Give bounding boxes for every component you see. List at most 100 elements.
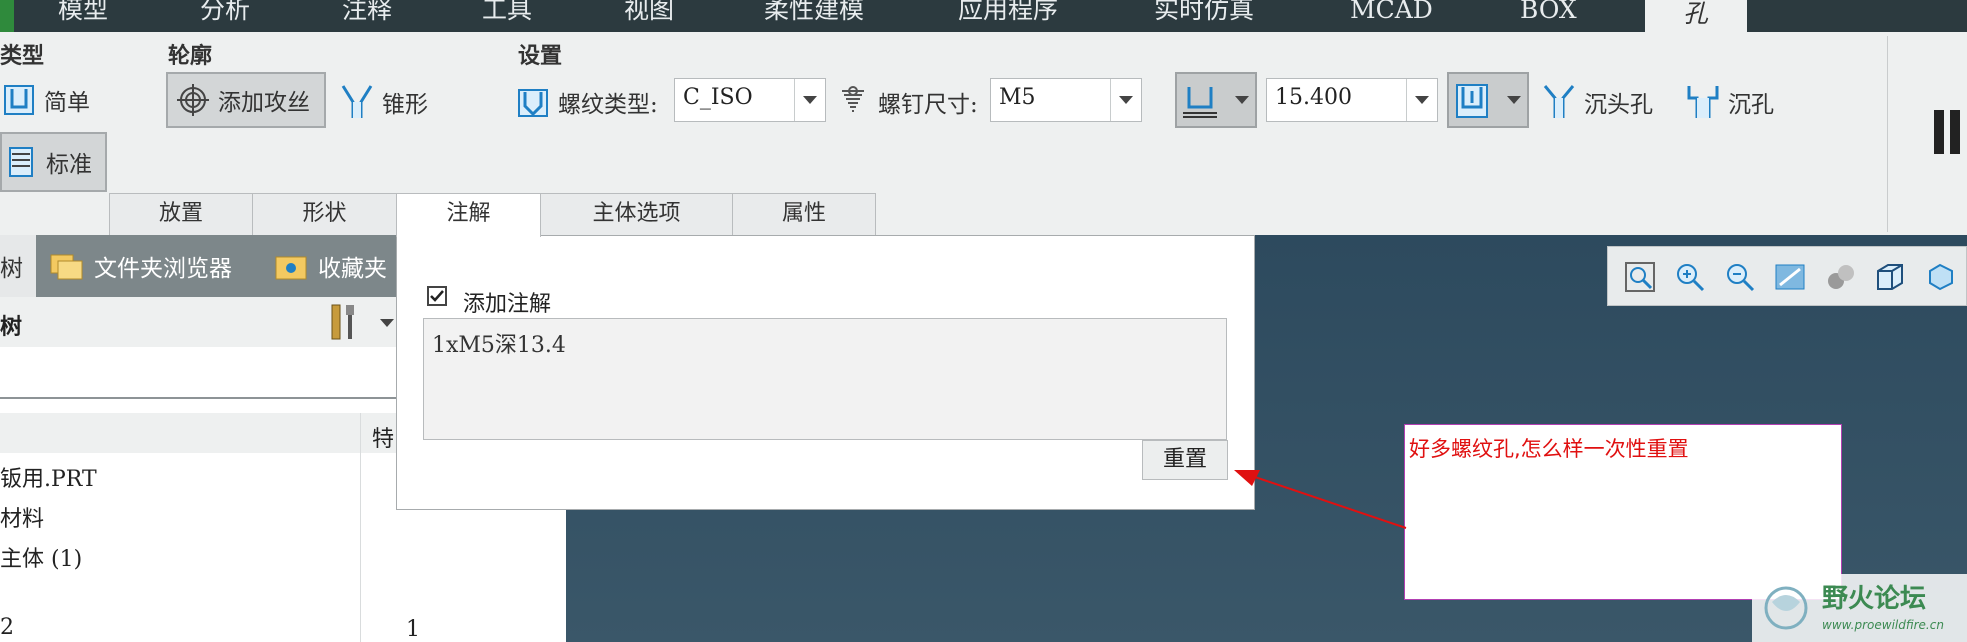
reset-button[interactable]: 重置 [1142,440,1228,480]
menu-item-realtime-sim[interactable]: 实时仿真 [1154,0,1254,28]
depth-option-button[interactable] [1175,72,1257,128]
depth-direction-button[interactable] [1447,72,1529,128]
screw-size-label-group: 螺钉尺寸: [834,72,990,132]
favorites-folder-icon [272,247,310,285]
hole-depth-icon [1453,82,1491,120]
display-style-icon[interactable] [1822,259,1858,295]
standard-hole-label: 标准 [46,152,92,178]
menu-bar: 模型 分析 注释 工具 视图 柔性建模 应用程序 实时仿真 MCAD BOX 孔 [0,0,1967,32]
taper-label: 锥形 [382,92,428,118]
menu-tab-hole-label: 孔 [1683,0,1709,28]
tree-search-input[interactable] [0,351,398,399]
add-note-checkbox[interactable] [427,286,447,306]
screw-icon [834,83,872,121]
callout-arrow [1234,470,1407,529]
tree-row-value: 1 [406,617,420,642]
countersink-icon [1540,83,1578,121]
tab-placement[interactable]: 放置 [109,193,253,235]
standard-hole-icon [2,143,40,181]
chevron-down-icon[interactable] [1110,79,1141,121]
tab-folder-browser[interactable]: 文件夹浏览器 [48,235,232,297]
pause-icon[interactable] [1934,110,1944,154]
add-tap-label: 添加攻丝 [218,90,310,116]
chevron-down-icon[interactable] [794,79,825,121]
chevron-down-icon[interactable] [1235,96,1249,104]
menu-item-mcad[interactable]: MCAD [1350,0,1433,28]
tab-favorites-label: 收藏夹 [318,256,387,282]
chevron-down-icon[interactable] [1406,79,1437,121]
tab-model-tree[interactable]: 树 [0,235,36,297]
tab-shape[interactable]: 形状 [252,193,397,235]
thread-type-select[interactable]: C_ISO [674,78,826,122]
watermark-url: www.proewildfire.cn [1822,618,1944,632]
menu-item-analysis[interactable]: 分析 [200,0,250,28]
watermark: 野火论坛 www.proewildfire.cn [1752,574,1967,642]
menu-item-view[interactable]: 视图 [624,0,674,28]
thread-type-icon [514,83,552,121]
saved-views-icon[interactable] [1872,259,1908,295]
tab-model-tree-label: 树 [0,256,23,282]
screw-size-value: M5 [999,85,1036,110]
view-manager-icon[interactable] [1922,259,1958,295]
simple-hole-button[interactable]: 简单 [0,70,110,130]
note-text: 1xM5深13.4 [432,333,566,358]
menu-accent [0,0,14,32]
zoom-out-icon[interactable] [1722,259,1758,295]
counterbore-icon [1684,83,1722,121]
menu-item-tools[interactable]: 工具 [482,0,532,28]
folder-icon [48,247,86,285]
countersink-button[interactable]: 沉头孔 [1540,72,1670,132]
repaint-icon[interactable] [1772,259,1808,295]
note-panel: 添加注解 1xM5深13.4 重置 [396,235,1255,510]
menu-item-applications[interactable]: 应用程序 [958,0,1058,28]
blind-depth-icon [1181,82,1219,120]
tools-icon[interactable] [326,303,364,341]
tab-body-options[interactable]: 主体选项 [540,193,733,235]
menu-tab-hole[interactable]: 孔 [1645,0,1747,32]
simple-hole-label: 简单 [44,90,90,116]
group-title-settings: 设置 [518,43,563,69]
simple-hole-icon [0,81,38,119]
standard-hole-button[interactable]: 标准 [0,132,107,192]
add-note-label: 添加注解 [463,292,552,317]
refit-icon[interactable] [1622,259,1658,295]
watermark-title: 野火论坛 [1822,584,1927,614]
watermark-logo-icon [1760,580,1816,640]
depth-value-input[interactable]: 15.400 [1266,78,1438,122]
menu-item-annotate[interactable]: 注释 [342,0,392,28]
zoom-in-icon[interactable] [1672,259,1708,295]
column-feature-label: 特 [372,427,395,452]
menu-item-model[interactable]: 模型 [58,0,108,28]
menu-item-box[interactable]: BOX [1520,0,1577,28]
group-title-profile: 轮廓 [168,43,213,69]
tree-row-item[interactable]: 2 [0,615,14,640]
thread-type-value: C_ISO [683,85,753,110]
group-title-type: 类型 [0,43,45,69]
counterbore-button[interactable]: 沉孔 [1684,72,1794,132]
tab-properties[interactable]: 属性 [732,193,876,235]
tab-folder-browser-label: 文件夹浏览器 [94,256,232,282]
tree-row-material[interactable]: 材料 [0,501,44,533]
menu-item-flexible-modeling[interactable]: 柔性建模 [764,0,864,28]
pause-icon-bar [1950,110,1960,154]
chevron-down-icon[interactable] [1507,96,1521,104]
tree-title: 树 [0,314,23,340]
graphics-toolbar [1607,246,1967,306]
screw-size-select[interactable]: M5 [990,78,1142,122]
tree-row-body[interactable]: 主体 (1) [0,541,82,573]
chevron-down-icon[interactable] [380,319,394,327]
taper-icon [338,83,376,121]
tab-note[interactable]: 注解 [396,193,541,237]
tab-favorites[interactable]: 收藏夹 [272,235,387,297]
taper-button[interactable]: 锥形 [338,72,448,132]
note-text-area[interactable]: 1xM5深13.4 [423,318,1227,440]
column-divider [360,413,361,642]
ribbon-separator [1887,36,1888,232]
add-tap-button[interactable]: 添加攻丝 [166,72,326,128]
countersink-label: 沉头孔 [1584,92,1653,118]
thread-type-label-group: 螺纹类型: [514,72,670,132]
screw-size-label: 螺钉尺寸: [878,92,978,118]
tree-row-part[interactable]: 钣用.PRT [0,461,97,493]
depth-value: 15.400 [1275,85,1352,110]
counterbore-label: 沉孔 [1728,92,1774,118]
